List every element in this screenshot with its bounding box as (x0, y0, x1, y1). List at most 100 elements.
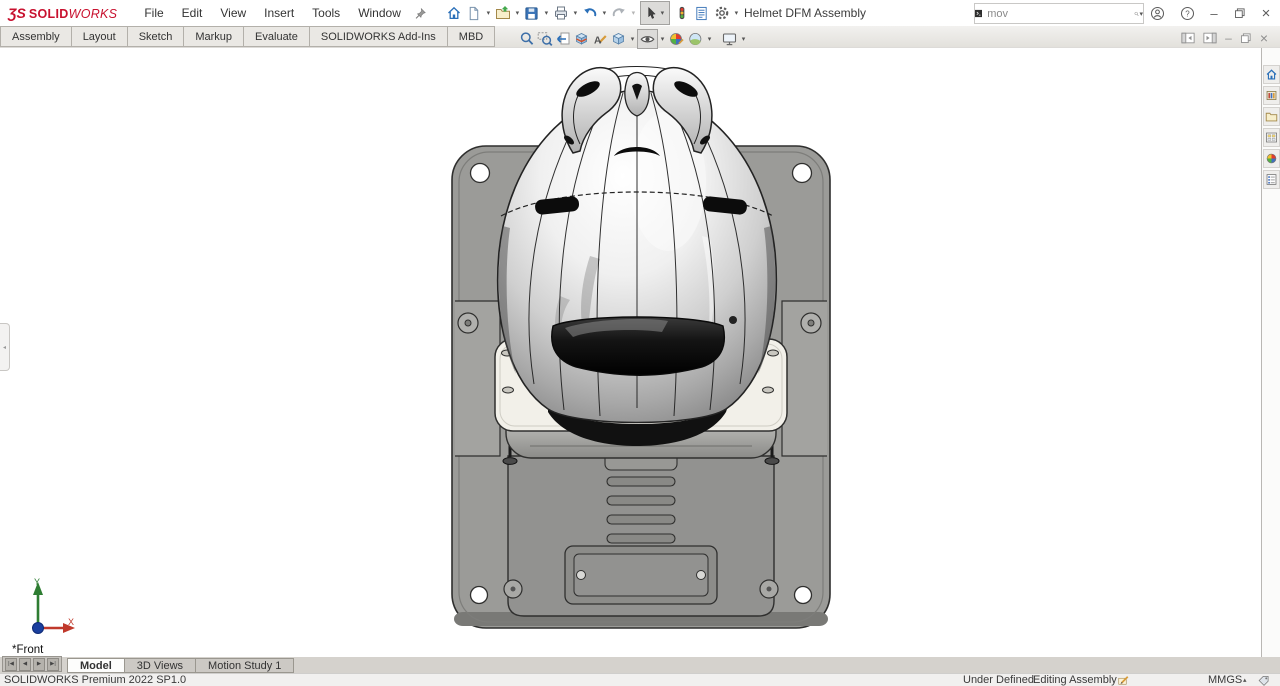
menu-tools[interactable]: Tools (303, 2, 349, 24)
custom-properties-icon[interactable] (1263, 170, 1280, 189)
pane-right-icon[interactable] (1203, 32, 1217, 44)
tags-icon[interactable] (1258, 675, 1270, 686)
menu-insert[interactable]: Insert (255, 2, 303, 24)
quick-access-toolbar: ▾ ▾ ▾ ▾ ▾ ▾ ▾ (444, 1, 741, 25)
logo-mark: ƷS (8, 5, 26, 21)
home-icon[interactable] (444, 3, 464, 23)
display-style-dropdown-icon[interactable]: ▾ (628, 35, 637, 43)
section-view-icon[interactable] (572, 30, 591, 48)
user-account-icon[interactable] (1146, 0, 1168, 26)
status-bar: SOLIDWORKS Premium 2022 SP1.0 Under Defi… (0, 673, 1280, 686)
title-bar: ƷS SOLID WORKS File Edit View Insert Too… (0, 0, 1280, 27)
view-settings-dropdown-icon[interactable]: ▾ (739, 35, 748, 43)
solidworks-resources-icon[interactable] (1263, 65, 1280, 84)
search-dropdown-icon[interactable]: ▾ (1139, 10, 1143, 18)
menu-bar: File Edit View Insert Tools Window (135, 2, 410, 24)
new-document-icon[interactable] (464, 3, 484, 23)
restore-icon[interactable] (1228, 0, 1252, 26)
tab-markup[interactable]: Markup (183, 26, 244, 47)
editing-mode-label: Editing Assembly (1033, 674, 1117, 686)
tab-motion-study-1[interactable]: Motion Study 1 (195, 658, 294, 673)
options-gear-icon[interactable] (712, 3, 732, 23)
design-library-icon[interactable] (1263, 86, 1280, 105)
redo-icon[interactable] (609, 3, 629, 23)
menu-view[interactable]: View (211, 2, 255, 24)
pane-left-icon[interactable] (1181, 32, 1195, 44)
options-dropdown-icon[interactable]: ▾ (732, 9, 741, 17)
doc-restore-icon[interactable] (1240, 32, 1252, 44)
edit-appearance-icon[interactable] (667, 30, 686, 48)
save-icon[interactable] (522, 3, 542, 23)
select-cursor-icon (643, 6, 658, 21)
units-selector[interactable]: MMGS (1208, 674, 1242, 686)
helmet-visor (552, 317, 725, 375)
helmet-shell[interactable] (498, 67, 777, 447)
view-palette-icon[interactable] (1263, 128, 1280, 147)
dynamic-annotation-views-icon[interactable]: A (591, 30, 609, 48)
tab-3d-views[interactable]: 3D Views (124, 658, 196, 673)
menu-edit[interactable]: Edit (173, 2, 212, 24)
fixture-lower-panel (503, 442, 779, 616)
last-page-icon[interactable]: ▶| (47, 658, 59, 671)
undo-dropdown-icon[interactable]: ▾ (600, 9, 609, 17)
hide-show-dropdown-icon[interactable]: ▾ (658, 35, 667, 43)
tab-assembly[interactable]: Assembly (0, 26, 72, 47)
redo-dropdown-icon[interactable]: ▾ (629, 9, 638, 17)
undo-icon[interactable] (580, 3, 600, 23)
logo-light: WORKS (69, 7, 118, 21)
solidworks-window: ƷS SOLID WORKS File Edit View Insert Too… (0, 0, 1280, 686)
zoom-to-fit-icon[interactable] (518, 30, 536, 48)
pin-icon[interactable] (412, 4, 430, 22)
doc-close-icon[interactable]: × (1260, 30, 1268, 46)
view-orientation-label: *Front (12, 644, 43, 656)
tab-sketch[interactable]: Sketch (127, 26, 185, 47)
document-window-controls: – × (1181, 30, 1268, 46)
next-page-icon[interactable]: ▶ (33, 658, 45, 671)
tab-model[interactable]: Model (67, 658, 125, 673)
doc-minimize-icon[interactable]: – (1225, 31, 1232, 45)
menu-window[interactable]: Window (349, 2, 410, 24)
define-state-label: Under Defined (963, 674, 1034, 686)
previous-page-icon[interactable]: ◀ (19, 658, 31, 671)
apply-scene-icon[interactable] (686, 30, 705, 48)
appearances-scenes-icon[interactable] (1263, 149, 1280, 168)
display-style-icon[interactable] (609, 30, 628, 48)
file-properties-icon[interactable] (692, 3, 712, 23)
hide-show-items-icon[interactable] (637, 29, 658, 49)
open-dropdown-icon[interactable]: ▾ (513, 9, 522, 17)
rebuild-icon[interactable] (672, 3, 692, 23)
help-icon[interactable]: ? (1176, 0, 1198, 26)
menu-file[interactable]: File (135, 2, 172, 24)
product-version-label: SOLIDWORKS Premium 2022 SP1.0 (4, 674, 186, 686)
apply-scene-dropdown-icon[interactable]: ▾ (705, 35, 714, 43)
feature-tree-collapse-tab[interactable]: ◂ (0, 323, 10, 371)
print-dropdown-icon[interactable]: ▾ (571, 9, 580, 17)
new-dropdown-icon[interactable]: ▾ (484, 9, 493, 17)
file-explorer-icon[interactable] (1263, 107, 1280, 126)
search-box[interactable]: ▾ (974, 3, 1144, 24)
print-icon[interactable] (551, 3, 571, 23)
tab-layout[interactable]: Layout (71, 26, 128, 47)
save-dropdown-icon[interactable]: ▾ (542, 9, 551, 17)
tab-solidworks-add-ins[interactable]: SOLIDWORKS Add-Ins (309, 26, 448, 47)
reference-triad: Y X (10, 575, 80, 641)
first-page-icon[interactable]: |◀ (5, 658, 17, 671)
zoom-to-area-icon[interactable] (536, 30, 554, 48)
select-dropdown-icon[interactable]: ▾ (658, 9, 667, 17)
units-dropdown-icon[interactable]: ▴ (1243, 674, 1247, 686)
close-icon[interactable]: × (1254, 0, 1278, 26)
helmet-assembly-model[interactable] (440, 56, 840, 636)
solidworks-logo: ƷS SOLID WORKS (8, 5, 117, 21)
minimize-icon[interactable]: – (1202, 0, 1226, 26)
previous-view-icon[interactable] (554, 30, 572, 48)
select-tool-pressed[interactable]: ▾ (640, 1, 670, 25)
triad-y-label: Y (34, 577, 40, 587)
search-input[interactable] (982, 8, 1134, 20)
view-settings-icon[interactable] (720, 30, 739, 48)
triad-z-origin (33, 623, 44, 634)
tab-mbd[interactable]: MBD (447, 26, 495, 47)
tab-evaluate[interactable]: Evaluate (243, 26, 310, 47)
open-icon[interactable] (493, 3, 513, 23)
triad-x-label: X (68, 617, 74, 627)
graphics-area[interactable]: ◂ (0, 47, 1280, 658)
